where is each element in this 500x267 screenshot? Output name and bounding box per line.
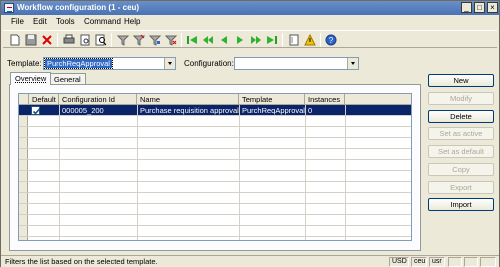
template-combobox[interactable]: PurchReqApproval — [43, 57, 176, 70]
import-button[interactable]: Import — [428, 198, 494, 211]
help-icon[interactable]: ? — [325, 34, 337, 46]
set-as-active-button[interactable]: Set as active — [428, 127, 494, 140]
status-icon-1[interactable] — [448, 257, 462, 267]
toolbar-separator — [57, 33, 58, 47]
title-bar[interactable]: Workflow configuration (1 - ceu) _ □ × — [1, 1, 499, 15]
empty-row[interactable] — [19, 127, 411, 138]
empty-row[interactable] — [19, 149, 411, 160]
advanced-filter-icon[interactable] — [149, 34, 161, 46]
filter-icon[interactable] — [117, 34, 129, 46]
empty-row[interactable] — [19, 171, 411, 182]
menu-tools[interactable]: Tools — [56, 17, 75, 26]
column-header-instances[interactable]: Instances — [305, 94, 345, 105]
delete-button[interactable]: Delete — [428, 110, 494, 123]
copy-button[interactable]: Copy — [428, 163, 494, 176]
attachments-icon[interactable] — [288, 34, 300, 46]
grid-header: Default Configuration Id Name Template I… — [19, 94, 411, 105]
toolbar-separator — [111, 33, 112, 47]
next-page-icon[interactable] — [250, 34, 262, 46]
find-icon[interactable] — [95, 34, 107, 46]
column-divider — [239, 105, 240, 240]
column-divider — [59, 105, 60, 240]
configuration-combobox[interactable] — [234, 57, 359, 70]
close-button[interactable]: × — [487, 2, 498, 13]
save-icon[interactable] — [25, 34, 37, 46]
alert-icon[interactable] — [304, 34, 316, 46]
configuration-value — [236, 59, 240, 68]
header-row-selector — [19, 94, 29, 105]
empty-row[interactable] — [19, 116, 411, 127]
previous-record-icon[interactable] — [218, 34, 230, 46]
tab-general-label: General — [54, 75, 81, 84]
window-title: Workflow configuration (1 - ceu) — [17, 3, 140, 12]
empty-row[interactable] — [19, 193, 411, 204]
new-document-icon[interactable] — [9, 34, 21, 46]
empty-row[interactable] — [19, 138, 411, 149]
menu-file[interactable]: File — [11, 17, 24, 26]
default-checkbox[interactable] — [31, 106, 41, 115]
maximize-button[interactable]: □ — [474, 2, 485, 13]
print-icon[interactable] — [63, 34, 75, 46]
menu-help[interactable]: Help — [124, 17, 140, 26]
menu-bar: File Edit Tools Command Help — [1, 16, 499, 28]
delete-icon[interactable] — [41, 34, 53, 46]
tab-overview-label: Overview — [15, 74, 47, 83]
column-header-configuration-id[interactable]: Configuration Id — [59, 94, 137, 105]
empty-row[interactable] — [19, 204, 411, 215]
toolbar-separator — [320, 33, 321, 47]
status-currency: USD — [389, 257, 409, 267]
tab-overview[interactable]: Overview — [10, 72, 52, 85]
chevron-down-icon[interactable] — [164, 58, 175, 69]
column-header-template[interactable]: Template — [239, 94, 305, 105]
empty-row[interactable] — [19, 226, 411, 237]
toolbar-separator — [181, 33, 182, 47]
column-divider — [345, 105, 346, 240]
cell-instances: 0 — [308, 106, 313, 115]
empty-row[interactable] — [19, 182, 411, 193]
minimize-button[interactable]: _ — [461, 2, 472, 13]
status-icon-2[interactable] — [464, 257, 478, 267]
configurations-grid: Default Configuration Id Name Template I… — [18, 93, 412, 241]
status-text: Filters the list based on the selected t… — [5, 257, 158, 266]
toolbar: ? — [3, 30, 497, 48]
print-preview-icon[interactable] — [79, 34, 91, 46]
filter-by-selection-icon[interactable] — [133, 34, 145, 46]
modify-button[interactable]: Modify — [428, 92, 494, 105]
empty-row[interactable] — [19, 215, 411, 226]
cell-template: PurchReqApproval — [242, 106, 305, 115]
column-divider — [137, 105, 138, 240]
next-record-icon[interactable] — [234, 34, 246, 46]
status-layer: usr — [429, 257, 445, 267]
remove-filter-icon[interactable] — [165, 34, 177, 46]
menu-command[interactable]: Command — [84, 17, 121, 26]
chevron-down-icon[interactable] — [347, 58, 358, 69]
menu-edit[interactable]: Edit — [33, 17, 47, 26]
app-icon — [4, 3, 14, 13]
status-bar: Filters the list based on the selected t… — [1, 255, 499, 267]
empty-row[interactable] — [19, 160, 411, 171]
new-button[interactable]: New — [428, 74, 494, 87]
toolbar-separator — [282, 33, 283, 47]
last-record-icon[interactable] — [266, 34, 278, 46]
status-company: ceu — [411, 257, 427, 267]
svg-text:?: ? — [329, 36, 334, 45]
template-label: Template: — [7, 59, 42, 68]
workflow-configuration-window: Workflow configuration (1 - ceu) _ □ × F… — [0, 0, 500, 267]
first-record-icon[interactable] — [186, 34, 198, 46]
table-row[interactable]: 000005_200 Purchase requisition approval… — [19, 105, 411, 116]
column-divider — [305, 105, 306, 240]
configuration-label: Configuration: — [184, 59, 234, 68]
cell-name: Purchase requisition approval — [140, 106, 239, 115]
template-value: PurchReqApproval — [44, 58, 113, 69]
resize-grip-icon[interactable] — [480, 257, 496, 267]
column-header-name[interactable]: Name — [137, 94, 239, 105]
set-as-default-button[interactable]: Set as default — [428, 145, 494, 158]
previous-page-icon[interactable] — [202, 34, 214, 46]
column-header-default[interactable]: Default — [29, 94, 59, 105]
cell-configuration-id: 000005_200 — [62, 106, 104, 115]
export-button[interactable]: Export — [428, 181, 494, 194]
